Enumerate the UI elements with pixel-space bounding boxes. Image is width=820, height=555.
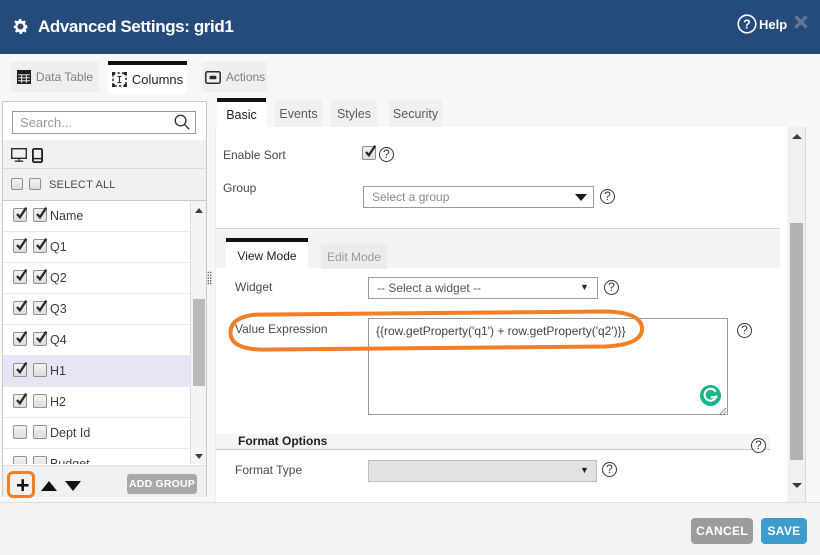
svg-text:?: ? bbox=[743, 18, 751, 32]
